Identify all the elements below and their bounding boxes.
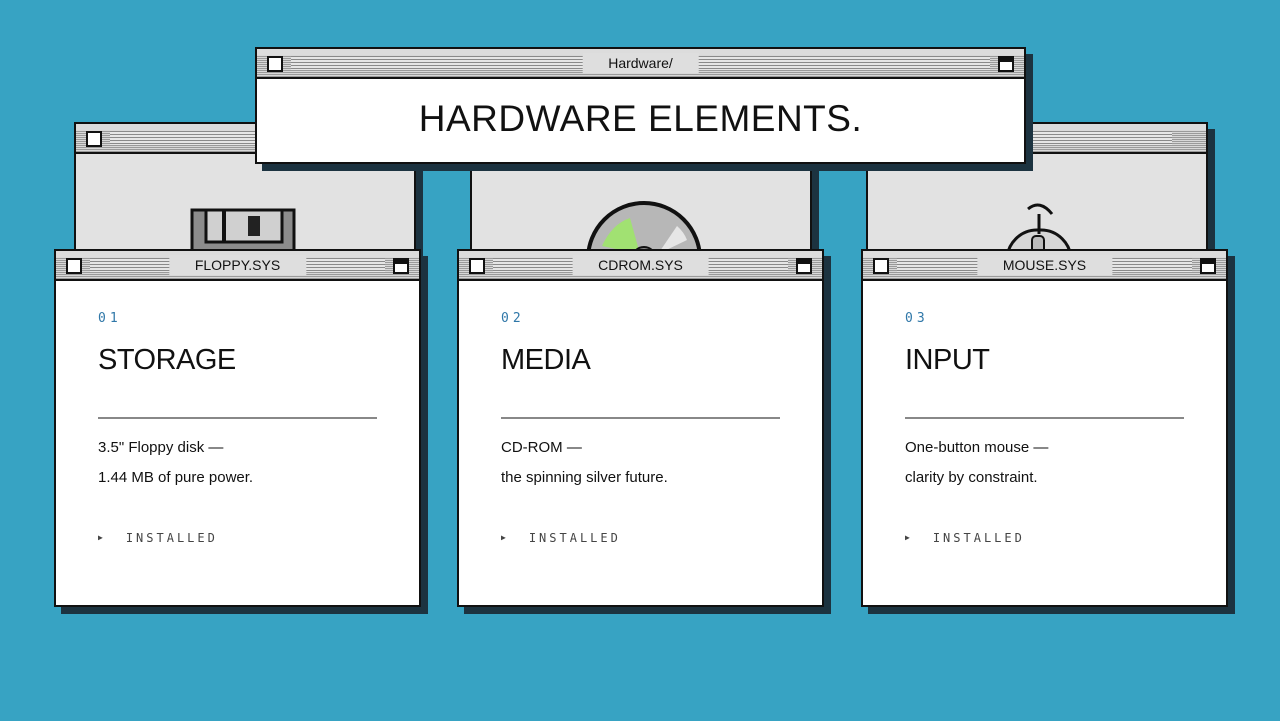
- status-label: INSTALLED: [932, 531, 1025, 545]
- status-label: INSTALLED: [125, 531, 218, 545]
- status-indicator: ▶ INSTALLED: [501, 531, 780, 545]
- status-indicator: ▶ INSTALLED: [905, 531, 1184, 545]
- divider: [905, 417, 1184, 419]
- window-title: MOUSE.SYS: [976, 255, 1113, 275]
- card-title: INPUT: [905, 344, 990, 376]
- card-number: 03: [905, 311, 929, 326]
- mouse-icon: [1005, 203, 1073, 260]
- input-card-window: MOUSE.SYS 03 INPUT One-button mouse — cl…: [861, 249, 1228, 607]
- close-box-icon[interactable]: [267, 56, 283, 72]
- header-window: Hardware/ HARDWARE ELEMENTS.: [255, 47, 1026, 164]
- card-title: MEDIA: [501, 344, 591, 376]
- cd-rom-icon: [586, 201, 702, 260]
- triangle-right-icon: ▶: [905, 533, 913, 542]
- close-box-icon[interactable]: [469, 258, 485, 274]
- zoom-box-icon[interactable]: [1200, 258, 1216, 274]
- card-description: One-button mouse — clarity by constraint…: [905, 433, 1184, 493]
- card-description: CD-ROM — the spinning silver future.: [501, 433, 780, 493]
- status-label: INSTALLED: [528, 531, 621, 545]
- page-title: HARDWARE ELEMENTS.: [418, 98, 863, 139]
- card-description: 3.5" Floppy disk — 1.44 MB of pure power…: [98, 433, 377, 493]
- zoom-box-icon[interactable]: [796, 258, 812, 274]
- description-line: the spinning silver future.: [501, 469, 668, 486]
- card-number: 02: [501, 311, 525, 326]
- description-line: 1.44 MB of pure power.: [98, 469, 254, 486]
- close-box-icon[interactable]: [86, 131, 102, 147]
- window-title: Hardware/: [582, 53, 699, 73]
- triangle-right-icon: ▶: [501, 533, 509, 542]
- zoom-box-icon[interactable]: [998, 56, 1014, 72]
- window-titlebar[interactable]: FLOPPY.SYS: [56, 251, 419, 281]
- divider: [98, 417, 377, 419]
- window-title: FLOPPY.SYS: [168, 255, 307, 275]
- storage-card-window: FLOPPY.SYS 01 STORAGE 3.5" Floppy disk —…: [54, 249, 421, 607]
- divider: [501, 417, 780, 419]
- description-line: 3.5" Floppy disk —: [98, 439, 224, 456]
- description-line: clarity by constraint.: [905, 469, 1038, 486]
- triangle-right-icon: ▶: [98, 533, 106, 542]
- close-box-icon[interactable]: [66, 258, 82, 274]
- card-title: STORAGE: [98, 344, 236, 376]
- window-titlebar[interactable]: MOUSE.SYS: [863, 251, 1226, 281]
- window-title: CDROM.SYS: [572, 255, 709, 275]
- card-number: 01: [98, 311, 122, 326]
- zoom-box-icon[interactable]: [393, 258, 409, 274]
- media-card-window: CDROM.SYS 02 MEDIA CD-ROM — the spinning…: [457, 249, 824, 607]
- floppy-disk-icon: [190, 208, 296, 260]
- description-line: CD-ROM —: [501, 439, 582, 456]
- description-line: One-button mouse —: [905, 439, 1049, 456]
- window-titlebar[interactable]: Hardware/: [257, 49, 1024, 79]
- close-box-icon[interactable]: [873, 258, 889, 274]
- window-titlebar[interactable]: CDROM.SYS: [459, 251, 822, 281]
- status-indicator: ▶ INSTALLED: [98, 531, 377, 545]
